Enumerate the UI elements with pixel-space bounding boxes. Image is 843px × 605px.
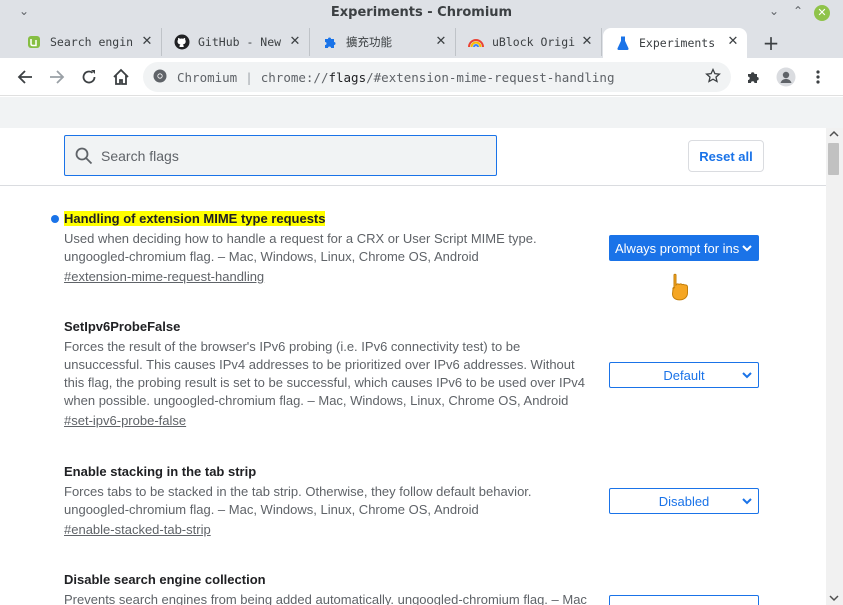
- extensions-button[interactable]: [743, 66, 765, 88]
- tab-label: Search engin: [50, 35, 134, 49]
- search-box[interactable]: [64, 135, 497, 176]
- reset-all-button[interactable]: Reset all: [688, 140, 764, 172]
- search-icon: [75, 147, 93, 164]
- tab-search-engine[interactable]: Search engin ✕: [14, 28, 162, 56]
- vertical-scrollbar[interactable]: [826, 128, 843, 605]
- tab-close-icon[interactable]: ✕: [139, 34, 155, 49]
- tab-label: Experiments: [639, 36, 716, 50]
- address-bar[interactable]: Chromium | chrome://flags/#extension-mim…: [143, 62, 731, 92]
- chromium-icon: [153, 69, 169, 85]
- search-input[interactable]: [101, 147, 481, 164]
- forward-arrow-icon: [50, 70, 65, 84]
- home-button[interactable]: [110, 66, 132, 88]
- tab-close-icon[interactable]: ✕: [725, 34, 741, 49]
- flag-title: SetIpv6ProbeFalse: [64, 319, 181, 334]
- reload-button[interactable]: [78, 66, 100, 88]
- close-window-icon[interactable]: ✕: [814, 5, 830, 21]
- profile-button[interactable]: [775, 66, 797, 88]
- github-icon: [174, 34, 190, 50]
- page-header-band: [0, 97, 843, 128]
- scroll-down-icon: [829, 595, 839, 602]
- scrollbar-thumb[interactable]: [828, 143, 839, 175]
- flag-set-ipv6-probe-false: SetIpv6ProbeFalse Forces the result of t…: [64, 318, 594, 430]
- tab-label: GitHub - New: [198, 35, 282, 49]
- origin-label: Chromium: [177, 69, 238, 85]
- tab-ublock[interactable]: uBlock Origi ✕: [456, 28, 602, 56]
- tab-label: uBlock Origi: [492, 35, 576, 49]
- back-arrow-icon: [17, 70, 32, 84]
- mouse-cursor-icon: [670, 273, 692, 304]
- flag-link[interactable]: #enable-stacked-tab-strip: [64, 521, 211, 539]
- search-row: Reset all: [0, 128, 826, 186]
- flags-page: Reset all Handling of extension MIME typ…: [0, 128, 826, 605]
- menu-button[interactable]: [807, 66, 829, 88]
- flag-select-search-engine[interactable]: [609, 595, 759, 605]
- chevron-down-icon: [742, 372, 752, 379]
- tab-close-icon[interactable]: ✕: [579, 34, 595, 49]
- home-icon: [113, 68, 129, 85]
- flag-description: Forces the result of the browser's IPv6 …: [64, 339, 585, 408]
- tab-github[interactable]: GitHub - New ✕: [162, 28, 310, 56]
- puzzle-icon: [748, 72, 759, 83]
- scroll-up-icon: [829, 130, 839, 137]
- flag-extension-mime-request-handling: Handling of extension MIME type requests…: [64, 210, 594, 286]
- avatar-icon: [776, 67, 796, 87]
- flask-icon: [615, 35, 631, 51]
- flag-title: Enable stacking in the tab strip: [64, 464, 257, 479]
- flag-title: Handling of extension MIME type requests: [64, 211, 326, 226]
- tab-extensions[interactable]: 擴充功能 ✕: [310, 28, 456, 56]
- chevron-down-icon: [742, 245, 752, 252]
- reload-icon: [82, 70, 96, 84]
- url-text: chrome://flags/#extension-mime-request-h…: [260, 69, 615, 85]
- flag-link[interactable]: #extension-mime-request-handling: [64, 268, 264, 286]
- window-titlebar: ⌄ Experiments - Chromium ⌄ ⌃ ✕: [0, 0, 843, 26]
- flag-description: Prevents search engines from being added…: [64, 592, 587, 605]
- flag-description: Forces tabs to be stacked in the tab str…: [64, 484, 532, 517]
- modified-indicator: [51, 215, 59, 223]
- bookmark-star-icon[interactable]: [705, 67, 721, 87]
- browser-toolbar: Chromium | chrome://flags/#extension-mim…: [0, 58, 843, 96]
- puzzle-icon: [322, 34, 338, 50]
- flag-enable-stacked-tab-strip: Enable stacking in the tab strip Forces …: [64, 463, 594, 539]
- maximize-icon[interactable]: ⌃: [790, 3, 806, 19]
- flag-select-ipv6[interactable]: Default: [609, 362, 759, 388]
- forward-button[interactable]: [46, 66, 68, 88]
- flag-link[interactable]: #set-ipv6-probe-false: [64, 412, 186, 430]
- mint-icon: [26, 34, 42, 50]
- flag-description: Used when deciding how to handle a reque…: [64, 231, 537, 264]
- tab-label: 擴充功能: [346, 35, 392, 49]
- flag-disable-search-engine-collection: Disable search engine collection Prevent…: [64, 571, 594, 605]
- tab-experiments[interactable]: Experiments ✕: [603, 28, 747, 58]
- flag-title: Disable search engine collection: [64, 572, 266, 587]
- window-title: Experiments - Chromium: [330, 5, 513, 20]
- chevron-down-icon: [742, 498, 752, 505]
- tab-close-icon[interactable]: ✕: [433, 34, 449, 49]
- tab-close-icon[interactable]: ✕: [287, 34, 303, 49]
- minimize-icon[interactable]: ⌄: [766, 3, 782, 19]
- omnibox-separator: |: [245, 69, 253, 85]
- flag-select-extension-mime[interactable]: Always prompt for ins: [609, 235, 759, 261]
- new-tab-button[interactable]: +: [760, 31, 782, 55]
- tab-strip: Search engin ✕ GitHub - New ✕ 擴充功能 ✕ uBl…: [0, 26, 843, 58]
- back-button[interactable]: [14, 66, 36, 88]
- flag-select-stacked-tabs[interactable]: Disabled: [609, 488, 759, 514]
- rainbow-icon: [468, 34, 484, 50]
- kebab-menu-icon: [816, 70, 820, 84]
